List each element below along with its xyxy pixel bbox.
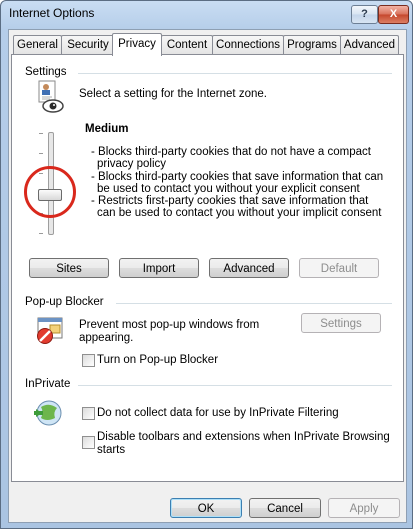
inprivate-divider [78,385,392,386]
advanced-button[interactable]: Advanced [209,258,289,278]
popup-heading: Pop-up Blocker [25,296,104,308]
slider-tick [39,153,43,154]
description-line: - Restricts first-party cookies that sav… [91,195,369,208]
tab-programs[interactable]: Programs [283,35,341,55]
description-line: be used to contact you without your expl… [97,182,360,195]
slider-tick [39,133,43,134]
description-line: can be used to contact you without your … [97,207,382,220]
description-line: - Blocks third-party cookies that do not… [91,146,371,158]
privacy-document-eye-icon [38,80,64,113]
popup-description-line-2: appearing. [79,332,134,344]
cancel-button[interactable]: Cancel [249,498,321,518]
popup-settings-button[interactable]: Settings [301,313,381,333]
title-bar[interactable]: Internet Options ? X [1,1,412,27]
help-button[interactable]: ? [351,5,378,24]
inprivate-toolbars-label-line-1[interactable]: Disable toolbars and extensions when InP… [97,430,390,444]
popup-divider [116,303,392,304]
popup-blocker-label[interactable]: Turn on Pop-up Blocker [97,353,218,367]
privacy-level-description: - Blocks third-party cookies that do not… [91,146,391,220]
privacy-panel: Settings Select a setting for the Intern… [11,54,404,482]
description-line: - Blocks third-party cookies that save i… [91,170,384,183]
popup-description-line-1: Prevent most pop-up windows from [79,319,260,331]
popup-blocker-icon [37,317,63,344]
sites-button[interactable]: Sites [29,258,109,278]
inprivate-toolbars-checkbox[interactable] [82,436,95,449]
dialog-client: General Security Privacy Content Connect… [8,29,407,523]
settings-divider [78,73,392,74]
inprivate-heading: InPrivate [25,378,71,390]
tab-connections[interactable]: Connections [212,35,284,55]
apply-button[interactable]: Apply [328,498,400,518]
internet-options-window: Internet Options ? X General Security Pr… [0,0,413,529]
highlight-circle-annotation [24,166,76,218]
tab-advanced[interactable]: Advanced [340,35,399,55]
tab-content[interactable]: Content [161,35,213,55]
inprivate-icon [34,400,62,426]
tab-general[interactable]: General [13,35,62,55]
settings-prompt: Select a setting for the Internet zone. [79,88,267,100]
import-button[interactable]: Import [119,258,199,278]
ok-button[interactable]: OK [170,498,242,518]
settings-heading: Settings [25,66,67,78]
tab-privacy[interactable]: Privacy [112,33,162,56]
inprivate-toolbars-label-line-2[interactable]: starts [97,443,125,457]
tab-security[interactable]: Security [61,35,115,55]
window-title: Internet Options [9,6,95,20]
description-line: privacy policy [97,158,167,171]
popup-blocker-checkbox[interactable] [82,354,95,367]
inprivate-filtering-checkbox[interactable] [82,407,95,420]
privacy-level-name: Medium [85,123,129,135]
default-button[interactable]: Default [299,258,379,278]
slider-tick [39,233,43,234]
close-button[interactable]: X [378,5,409,24]
inprivate-filtering-label[interactable]: Do not collect data for use by InPrivate… [97,406,339,420]
